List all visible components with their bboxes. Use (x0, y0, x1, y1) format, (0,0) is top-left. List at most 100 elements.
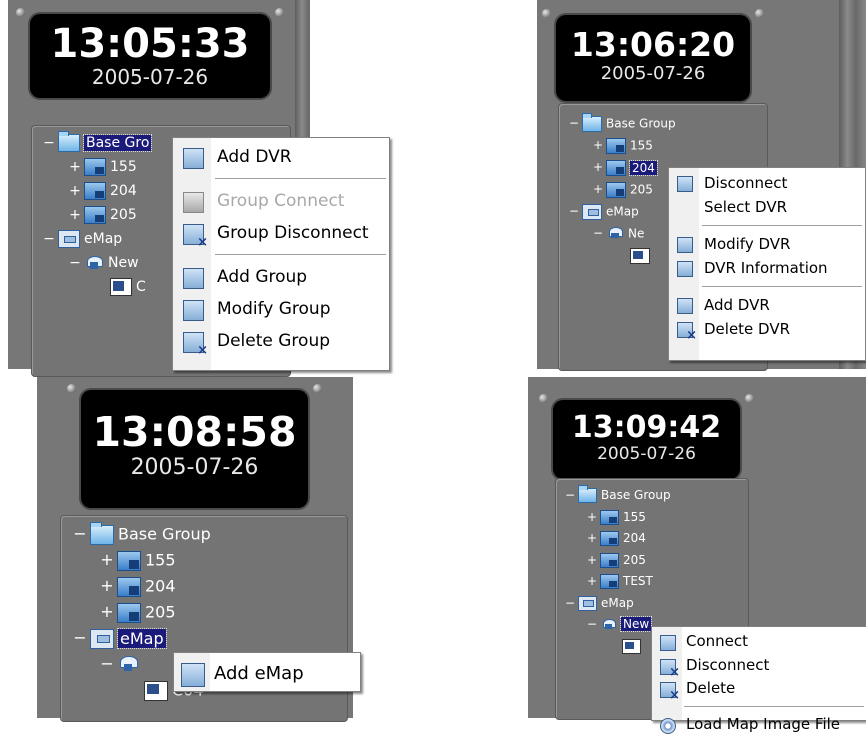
tree-expander[interactable]: + (97, 600, 117, 624)
tree-expander[interactable]: + (584, 551, 600, 570)
menu-item[interactable]: Select DVR (669, 195, 865, 219)
menu-item[interactable]: Add Group (173, 261, 389, 293)
tree-expander[interactable]: + (584, 529, 600, 548)
dvr-icon (600, 531, 619, 546)
emap-icon (90, 628, 114, 649)
tree-expander[interactable]: + (66, 156, 84, 178)
tree-expander[interactable]: − (40, 228, 58, 250)
tree-node-label: 205 (623, 552, 646, 567)
menu-item[interactable]: Add DVR (173, 141, 389, 173)
tree-expander[interactable]: − (70, 522, 90, 546)
tree-expander[interactable]: − (562, 594, 578, 613)
tree-expander[interactable]: − (40, 132, 58, 154)
menu-item[interactable]: Disconnect (669, 171, 865, 195)
tree-node-label: Base Gro (82, 134, 153, 152)
tree-node[interactable]: − Base Group (70, 521, 211, 547)
menu-item[interactable]: Load Map Image File (652, 713, 866, 737)
tree-expander[interactable]: + (66, 204, 84, 226)
connect-icon (677, 176, 693, 192)
tree-expander[interactable]: − (70, 626, 90, 650)
tree-node[interactable]: + TEST (584, 572, 653, 591)
tree-node-label: Ne (628, 226, 645, 241)
menu-item[interactable]: Add eMap (174, 656, 360, 692)
menu-item[interactable]: Modify DVR (669, 232, 865, 256)
tree-node[interactable]: − eMap (562, 594, 634, 613)
tree-expander[interactable]: + (584, 572, 600, 591)
dvr-icon (84, 182, 106, 200)
tree-node-label: eMap (601, 595, 634, 610)
menu-item[interactable]: Disconnect (652, 654, 866, 680)
tree-node[interactable]: − Base Group (566, 112, 676, 134)
tree-expander[interactable]: + (97, 548, 117, 572)
tree-node-label: New (108, 255, 139, 271)
tree-node[interactable] (614, 245, 654, 266)
tree-expander[interactable]: − (97, 652, 117, 676)
dvr-icon (600, 509, 619, 525)
tree-expander[interactable]: − (66, 252, 84, 274)
info-icon (677, 261, 693, 277)
tree-expander[interactable]: − (584, 615, 600, 634)
menu-item[interactable]: Group Disconnect (173, 217, 389, 250)
tree-node[interactable]: − Ne (590, 223, 644, 244)
tree-node[interactable]: +204 (584, 529, 646, 548)
tree-expander[interactable]: + (590, 157, 606, 177)
tree-node[interactable]: − Base Gro (40, 131, 153, 154)
tree-node[interactable]: +204 (66, 180, 137, 202)
emap-icon (578, 595, 597, 611)
tree-node[interactable]: − (97, 652, 143, 677)
tree-expander[interactable]: + (590, 179, 606, 199)
tree-node[interactable]: +205 (97, 600, 176, 625)
tree-node[interactable]: +204 (590, 157, 658, 178)
tree-expander[interactable]: + (584, 508, 600, 527)
add-icon (183, 268, 204, 289)
menu-item[interactable]: Delete (652, 677, 866, 703)
tree-node[interactable]: +155 (97, 548, 176, 573)
dvr-icon (117, 602, 141, 623)
tree-node[interactable]: − New (66, 252, 139, 274)
menu-item[interactable]: Modify Group (173, 293, 389, 325)
camera-icon (110, 278, 132, 296)
context-menu: Add DVR Group Connect Group Disconnect Add … (172, 137, 390, 371)
tree-expander[interactable]: − (562, 486, 578, 505)
tree-expander[interactable]: − (590, 223, 606, 243)
tree-node-label: eMap (117, 627, 167, 649)
tree-node-label: eMap (606, 204, 639, 219)
tree-node-label: 155 (623, 509, 646, 524)
tree-node[interactable]: +205 (584, 551, 646, 570)
menu-separator (702, 285, 862, 288)
tree-expander[interactable]: + (97, 574, 117, 598)
tree-node[interactable]: +205 (66, 204, 137, 226)
tree-node[interactable]: − Base Group (562, 485, 671, 505)
menu-item[interactable]: Connect (652, 630, 866, 654)
screw-icon (67, 384, 76, 393)
clock-display: 13:08:58 2005-07-26 (81, 390, 308, 508)
clock-date: 2005-07-26 (91, 65, 209, 89)
screw-icon (275, 8, 284, 17)
tree-expander[interactable]: + (590, 135, 606, 155)
menu-item[interactable]: DVR Information (669, 256, 865, 280)
tree-node[interactable]: − New (584, 615, 653, 634)
dvr-icon (600, 574, 619, 589)
tree-node[interactable]: +155 (590, 135, 653, 156)
tree-node[interactable]: − eMap (40, 228, 122, 250)
menu-item-label: DVR Information (704, 259, 828, 277)
tree-node[interactable]: +204 (97, 574, 176, 599)
menu-item[interactable]: Delete DVR (669, 317, 865, 343)
tree-node[interactable]: − eMap (566, 201, 639, 222)
tree-node-label: C (136, 279, 146, 295)
tree-node[interactable]: +155 (66, 156, 137, 178)
tree-node[interactable]: − eMap (70, 626, 167, 651)
tree-node[interactable]: +155 (584, 508, 646, 527)
tree-node[interactable] (606, 637, 645, 656)
tree-expander[interactable]: + (66, 180, 84, 202)
menu-item[interactable]: Delete Group (173, 325, 389, 358)
tree-node[interactable]: C (92, 276, 146, 298)
menu-item[interactable]: Add DVR (669, 293, 865, 317)
menu-item-label: Connect (686, 632, 749, 650)
tree-expander[interactable]: − (566, 113, 582, 133)
tree-expander[interactable]: − (566, 201, 582, 221)
screw-icon (755, 9, 764, 18)
tree-node[interactable]: +205 (590, 179, 653, 200)
folder-icon (578, 485, 597, 503)
dvr-icon (606, 181, 626, 198)
